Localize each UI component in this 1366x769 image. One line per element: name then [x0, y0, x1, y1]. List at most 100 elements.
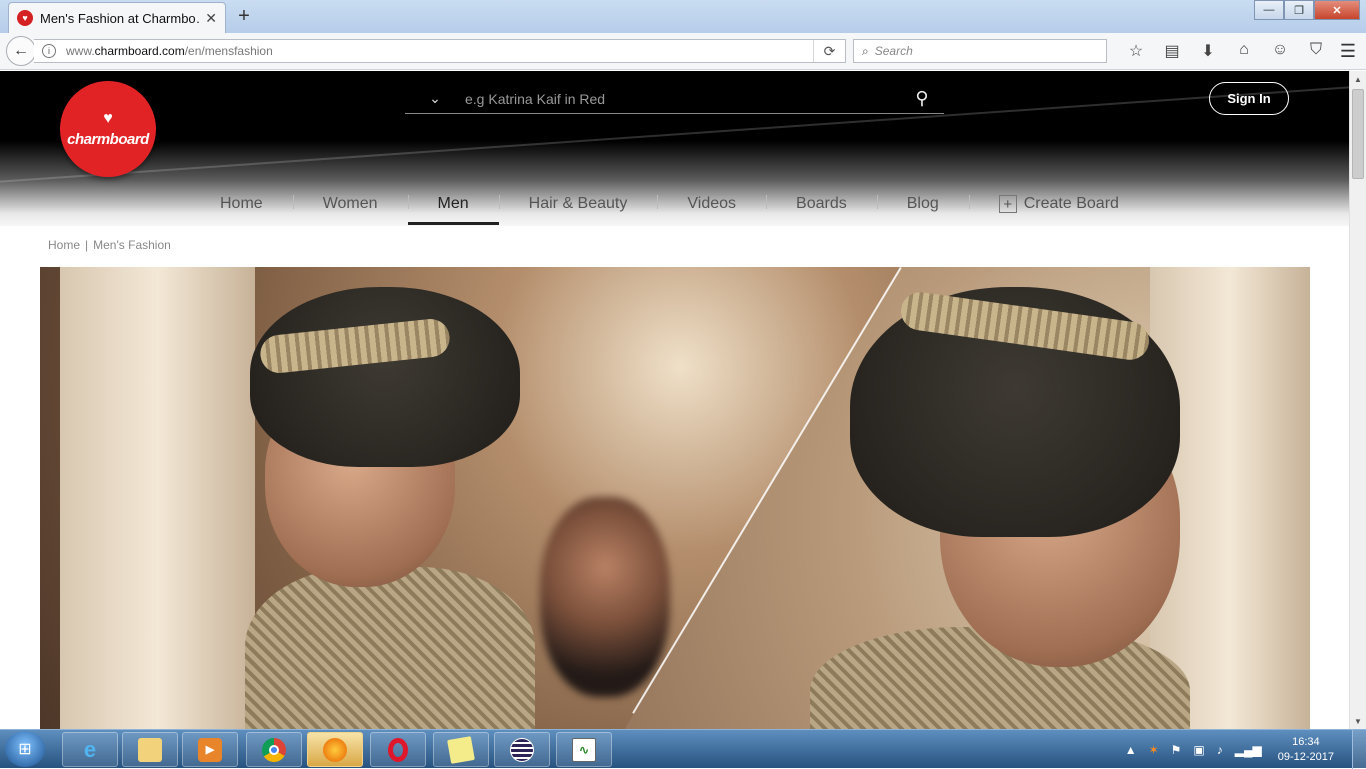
- browser-search-placeholder: Search: [874, 44, 913, 58]
- url-bar[interactable]: i www.charmboard.com/en/mensfashion ⟳: [34, 39, 846, 63]
- search-icon: ⌕: [862, 43, 869, 58]
- reading-list-icon[interactable]: ▤: [1154, 41, 1190, 61]
- background-woman-shape: [540, 497, 670, 697]
- bookmark-star-icon[interactable]: ☆: [1118, 41, 1154, 61]
- web-page: ♥ charmboard ⌄ ⚲ Sign In Home Women Men …: [0, 71, 1349, 729]
- home-icon[interactable]: ⌂: [1226, 41, 1262, 61]
- volume-icon[interactable]: ♪: [1217, 743, 1223, 757]
- close-tab-icon[interactable]: ✕: [205, 10, 217, 27]
- nav-item-create-board[interactable]: + Create Board: [968, 183, 1149, 225]
- windows-logo-icon: ⊞: [18, 741, 32, 758]
- turban-shape: [250, 287, 520, 467]
- taskbar-resource-monitor[interactable]: ∿: [556, 732, 612, 767]
- action-center-flag-icon[interactable]: ⚑: [1171, 743, 1182, 757]
- taskbar-file-explorer[interactable]: [122, 732, 178, 767]
- site-search-input[interactable]: [465, 90, 900, 107]
- plus-icon: +: [998, 195, 1017, 213]
- clock-date: 09-12-2017: [1277, 750, 1334, 763]
- hero-banner-image[interactable]: [40, 267, 1310, 729]
- taskbar-internet-explorer[interactable]: e: [62, 732, 118, 767]
- minimize-button[interactable]: —: [1254, 0, 1284, 20]
- chrome-icon: [262, 737, 286, 762]
- chevron-down-icon[interactable]: ⌄: [405, 90, 465, 107]
- scroll-up-arrow-icon[interactable]: ▲: [1350, 71, 1366, 87]
- firefox-icon: [323, 737, 347, 762]
- nav-label: Boards: [796, 195, 847, 212]
- back-button[interactable]: ←: [6, 36, 36, 66]
- taskbar-eclipse[interactable]: [494, 732, 550, 767]
- browser-search-input[interactable]: ⌕ Search: [853, 39, 1107, 63]
- clock[interactable]: 16:34 09-12-2017: [1278, 735, 1334, 765]
- url-text: www.charmboard.com/en/mensfashion: [66, 44, 273, 58]
- search-icon[interactable]: ⚲: [900, 88, 944, 109]
- nav-item-men[interactable]: Men: [407, 183, 499, 225]
- breadcrumb: Home | Men's Fashion: [48, 238, 171, 252]
- taskbar-opera[interactable]: [370, 732, 426, 767]
- new-tab-button[interactable]: +: [234, 5, 254, 28]
- site-info-icon[interactable]: i: [42, 44, 56, 58]
- nav-label: Men: [437, 195, 469, 212]
- nav-label: Home: [220, 195, 263, 212]
- vertical-scrollbar[interactable]: ▲ ▼: [1349, 71, 1366, 729]
- maximize-button[interactable]: ❐: [1284, 0, 1314, 20]
- system-tray: ▲ ✶ ⚑ ▣ ♪ ▂▄▆ 16:34 09-12-2017: [1119, 730, 1366, 769]
- window-controls: — ❐ ✕: [1254, 0, 1360, 20]
- close-window-button[interactable]: ✕: [1314, 0, 1360, 20]
- monitor-chart-icon: ∿: [572, 737, 596, 762]
- tray-app-icon[interactable]: ✶: [1149, 743, 1159, 757]
- eclipse-icon: [510, 737, 534, 762]
- nav-label: Women: [322, 195, 378, 212]
- taskbar-sticky-notes[interactable]: [433, 732, 489, 767]
- site-search-bar: ⌄ ⚲: [405, 84, 944, 114]
- charmboard-favicon-icon: ♥: [17, 10, 33, 26]
- breadcrumb-current[interactable]: Men's Fashion: [93, 238, 171, 252]
- device-icon[interactable]: ▣: [1193, 743, 1204, 757]
- nav-label: Videos: [687, 195, 737, 212]
- main-nav: Home Women Men Hair & Beauty Videos Boar…: [190, 183, 1149, 225]
- hello-chat-icon[interactable]: ☺: [1262, 41, 1298, 61]
- hamburger-menu-icon[interactable]: ☰: [1340, 41, 1356, 62]
- start-button[interactable]: ⊞: [5, 731, 45, 767]
- show-desktop-button[interactable]: [1352, 730, 1366, 769]
- sticky-notes-icon: [447, 735, 475, 764]
- folder-icon: [138, 737, 162, 762]
- back-arrow-icon: ←: [13, 42, 29, 59]
- opera-icon: [388, 737, 408, 762]
- internet-explorer-icon: e: [83, 736, 97, 762]
- breadcrumb-home-link[interactable]: Home: [48, 238, 80, 252]
- media-player-icon: ▶: [198, 737, 222, 762]
- taskbar-chrome[interactable]: [246, 732, 302, 767]
- sign-in-button[interactable]: Sign In: [1209, 82, 1289, 115]
- browser-tool-icons: ☆ ▤ ⬇ ⌂ ☺ ⛉: [1118, 41, 1334, 61]
- sherwani-shape: [245, 567, 535, 729]
- heart-icon: ♥: [103, 109, 113, 127]
- nav-item-home[interactable]: Home: [190, 183, 293, 225]
- nav-label: Blog: [906, 195, 939, 212]
- downloads-icon[interactable]: ⬇: [1190, 41, 1226, 61]
- network-signal-icon[interactable]: ▂▄▆: [1235, 743, 1262, 757]
- nav-item-videos[interactable]: Videos: [657, 183, 766, 225]
- show-hidden-icons-icon[interactable]: ▲: [1125, 743, 1137, 757]
- nav-item-boards[interactable]: Boards: [766, 183, 877, 225]
- taskbar-media-player[interactable]: ▶: [182, 732, 238, 767]
- nav-item-hair-beauty[interactable]: Hair & Beauty: [498, 183, 658, 225]
- tab-title: Men's Fashion at Charmbo…: [40, 10, 200, 26]
- site-header: ♥ charmboard ⌄ ⚲ Sign In Home Women Men …: [0, 71, 1349, 226]
- pillar-shape: [60, 267, 255, 729]
- nav-label: Hair & Beauty: [528, 195, 628, 212]
- reload-icon[interactable]: ⟳: [813, 40, 845, 62]
- windows-taskbar: ⊞ e ▶ ∿ ▲ ✶ ⚑ ▣ ♪ ▂▄▆ 16:34 09-12-2017: [0, 729, 1366, 769]
- nav-item-blog[interactable]: Blog: [876, 183, 969, 225]
- breadcrumb-separator: |: [85, 238, 89, 252]
- nav-item-women[interactable]: Women: [292, 183, 408, 225]
- logo-text: charmboard: [67, 130, 149, 148]
- taskbar-firefox[interactable]: [307, 732, 363, 767]
- scrollbar-thumb[interactable]: [1352, 89, 1364, 179]
- browser-tab[interactable]: ♥ Men's Fashion at Charmbo… ✕: [8, 2, 226, 33]
- scroll-down-arrow-icon[interactable]: ▼: [1350, 713, 1366, 729]
- browser-toolbar: ← i www.charmboard.com/en/mensfashion ⟳ …: [0, 33, 1366, 70]
- browser-tab-strip: ♥ Men's Fashion at Charmbo… ✕ + — ❐ ✕: [0, 0, 1366, 33]
- charmboard-logo[interactable]: ♥ charmboard: [60, 81, 156, 177]
- clock-time: 16:34: [1292, 735, 1320, 748]
- pocket-icon[interactable]: ⛉: [1298, 41, 1334, 61]
